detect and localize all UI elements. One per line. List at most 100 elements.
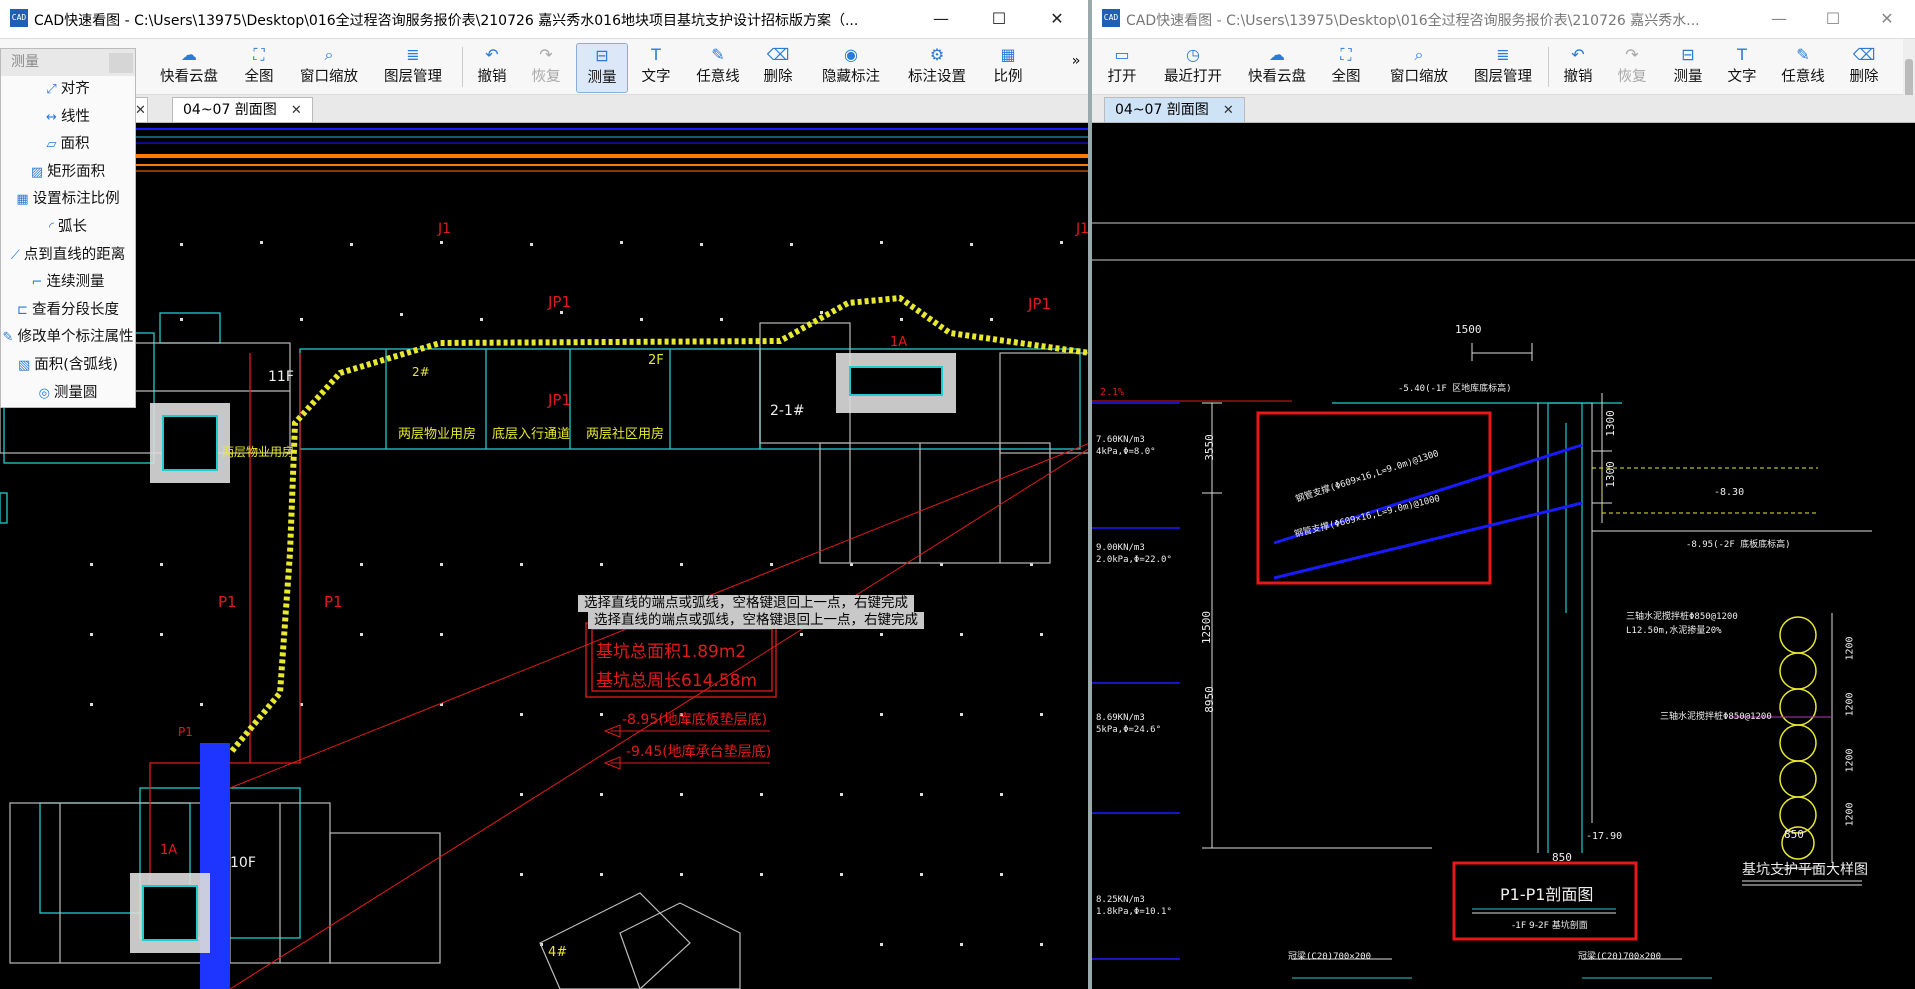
toolbar-fit-all-button[interactable]: ⛶ 全图 [1326,43,1366,91]
soil-parameter: 8.69KN/m3 [1096,713,1145,723]
app-logo-icon: CAD [1102,9,1120,27]
cad-label: J1 [438,221,452,237]
cad-label: 4# [548,945,568,960]
pile-note: 三轴水泥搅拌桩Φ850@1200 [1626,612,1738,622]
toolbar-delete-button[interactable]: ⌫ 删除 [758,43,798,91]
toolbar: ▭ 打开 ◷ 最近打开 ☁ 快看云盘 ⛶ 全图 ⌕ 窗口缩放 ≣ 图层管理 ↶ 撤销 ↷ 恢复 … [1092,39,1915,164]
menu-item-set-scale[interactable]: ▦ 设置标注比例 [1,186,135,214]
minimize-button[interactable]: — [1750,0,1808,38]
cad-label: JP1 [1028,295,1052,313]
maximize-button[interactable]: ☐ [1804,0,1862,38]
cad-label: P1 [324,593,343,611]
menu-item-rect-area[interactable]: ▨ 矩形面积 [1,159,135,187]
toolbar-layers-button[interactable]: ≣ 图层管理 [1470,43,1536,91]
menu-item-area-with-arc[interactable]: ▧ 面积(含弧线) [1,352,135,380]
toolbar: ☁ 快看云盘 ⛶ 全图 ⌕ 窗口缩放 ≣ 图层管理 ↶ 撤销 ↷ 恢复 ⊟ 测量 T 文字 ✎ 任… [0,39,1090,95]
fit-all-icon: ⛶ [253,45,265,64]
menu-item-point-to-line[interactable]: ⟋ 点到直线的距离 [1,242,135,270]
pencil-icon: ✎ [1796,45,1810,64]
toolbar-text-button[interactable]: T 文字 [636,43,676,91]
tab-bar: ✕ 04~07 剖面图 ✕ [0,95,1090,123]
elevation-annotation: -9.45(地库承台垫层底) [626,744,772,760]
close-button[interactable]: ✕ [1858,0,1915,38]
menu-item-continuous[interactable]: ⌐ 连续测量 [1,269,135,297]
dimension-label: 850 [1552,851,1572,864]
menu-item-area[interactable]: ▱ 面积 [1,131,135,159]
toolbar-more-button[interactable]: » [1068,53,1084,101]
toolbar-undo-button[interactable]: ↶ 撤销 [1558,43,1598,91]
toolbar-scale-button[interactable]: ▦ 比例 [988,43,1028,91]
redo-icon: ↷ [1625,45,1639,64]
arc-area-icon: ▧ [17,357,31,373]
cad-label: 两层物业用房 [222,445,295,459]
cad-label: P1 [178,725,193,739]
maximize-button[interactable]: ☐ [970,0,1028,38]
title-bar: CAD CAD快速看图 - C:\Users\13975\Desktop\016… [0,0,1090,39]
plan-detail-title: 基坑支护平面大样图 [1742,862,1868,878]
text-icon: T [651,45,661,64]
tab-drawing[interactable]: 04~07 剖面图 ✕ [172,97,313,122]
toolbar-redo-button[interactable]: ↷ 恢复 [526,43,566,91]
toolbar-delete-button[interactable]: ⌫ 删除 [1844,43,1884,91]
undo-icon: ↶ [1571,45,1585,64]
toolbar-undo-button[interactable]: ↶ 撤销 [472,43,512,91]
cad-label: 2F [648,353,664,368]
toolbar-layers-button[interactable]: ≣ 图层管理 [380,43,446,91]
menu-item-align[interactable]: ⤢ 对齐 [1,76,135,104]
dimension-label: 12500 [1200,610,1214,645]
cad-label: 10F [230,855,256,871]
drawing-canvas[interactable]: J1 J1 JP1 JP1 JP1 P1 P1 P1 11F 10F 1A 1A… [0,123,1090,989]
dimension-label: 2.1% [1100,387,1125,398]
dimension-label: -5.40(-1F 区地库底标高) [1398,384,1512,394]
dimension-label: 1200 [1844,692,1856,717]
toolbar-separator [1548,47,1549,87]
measure-menu-header: 测量 [1,49,135,76]
toolbar-open-button[interactable]: ▭ 打开 [1104,43,1140,91]
arc-icon: ◜ [48,219,55,235]
dimension-label: 1200 [1844,636,1856,661]
fit-all-icon: ⛶ [1340,45,1352,64]
toolbar-window-zoom-button[interactable]: ⌕ 窗口缩放 [296,43,362,91]
toolbar-hide-annot-button[interactable]: ◉ 隐藏标注 [818,43,884,91]
app-logo-icon: CAD [10,9,28,27]
menu-item-edit-annotation[interactable]: ✎ 修改单个标注属性 [1,324,135,352]
toolbar-window-zoom-button[interactable]: ⌕ 窗口缩放 [1386,43,1452,91]
toolbar-fit-all-button[interactable]: ⛶ 全图 [238,43,280,91]
circle-icon: ◎ [38,385,50,401]
close-icon[interactable]: ✕ [291,103,302,118]
scale-icon: ▦ [1000,45,1016,64]
align-dim-icon: ⤢ [46,82,57,97]
toolbar-measure-button[interactable]: ⊟ 测量 [576,43,628,93]
cloud-icon: ☁ [181,45,197,64]
drawing-canvas[interactable]: 1500 1300 1300 3550 12500 8950 850 850 1… [1092,123,1915,989]
toolbar-measure-button[interactable]: ⊟ 测量 [1668,43,1708,91]
toolbar-text-button[interactable]: T 文字 [1722,43,1762,91]
menu-item-measure-circle[interactable]: ◎ 测量圆 [1,380,135,408]
folder-icon: ▭ [1114,45,1130,64]
zoom-window-icon: ⌕ [1414,45,1424,64]
toolbar-annot-settings-button[interactable]: ⚙ 标注设置 [904,43,970,91]
menu-pin-button[interactable] [109,53,133,73]
text-icon: T [1737,45,1747,64]
minimize-button[interactable]: — [912,0,970,38]
measure-menu: 测量 ⤢ 对齐 ↔ 线性 ▱ 面积 ▨ 矩形面积 ▦ 设置标注比例 ◜ 弧长 ⟋ 点到直线的距… [0,48,136,409]
cad-label: 2-1# [770,403,805,419]
pile-note: L12.50m,水泥掺量20% [1626,626,1722,636]
rect-area-icon: ▨ [30,164,44,180]
menu-item-linear[interactable]: ↔ 线性 [1,104,135,132]
toolbar-freeline-button[interactable]: ✎ 任意线 [692,43,744,91]
eye-slash-icon: ◉ [844,45,858,64]
tab-drawing[interactable]: 04~07 剖面图 ✕ [1104,97,1245,122]
close-button[interactable]: ✕ [1028,0,1086,38]
highlight-box [1256,411,1492,585]
dimension-label: 850 [1784,828,1804,841]
menu-item-arc-length[interactable]: ◜ 弧长 [1,214,135,242]
toolbar-freeline-button[interactable]: ✎ 任意线 [1778,43,1828,91]
toolbar-redo-button[interactable]: ↷ 恢复 [1612,43,1652,91]
menu-item-segment-length[interactable]: ⊏ 查看分段长度 [1,297,135,325]
toolbar-cloud-button[interactable]: ☁ 快看云盘 [158,43,220,91]
close-icon[interactable]: ✕ [1223,103,1234,118]
toolbar-cloud-button[interactable]: ☁ 快看云盘 [1244,43,1310,91]
toolbar-recent-button[interactable]: ◷ 最近打开 [1160,43,1226,91]
cad-label: 1A [890,335,908,350]
